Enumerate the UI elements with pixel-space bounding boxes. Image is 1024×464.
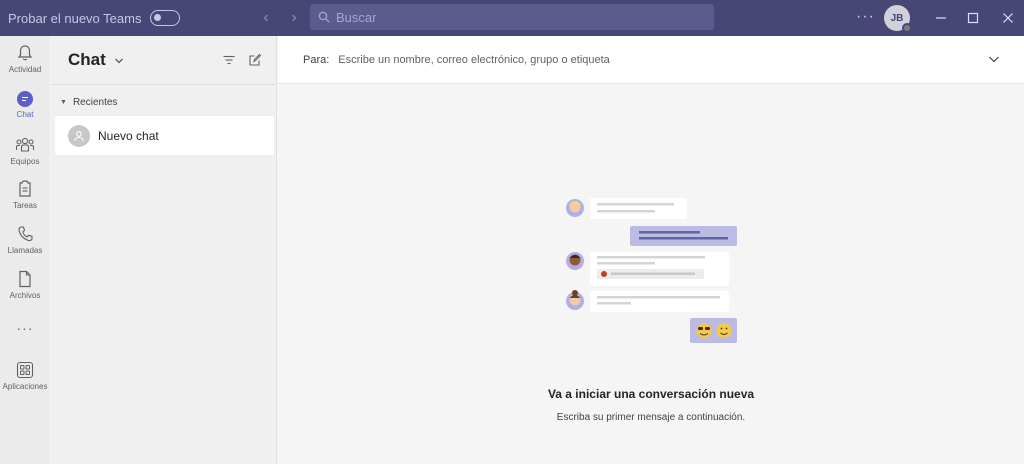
close-button[interactable] [998, 8, 1018, 28]
rail-label-equipos: Equipos [10, 157, 40, 166]
teams-icon [15, 137, 35, 152]
more-options-icon[interactable]: ··· [856, 8, 875, 26]
person-icon [68, 124, 90, 147]
title-bar: Probar el nuevo Teams ‹ › ··· JB [0, 0, 1024, 36]
rail-item-llamadas[interactable]: Llamadas [0, 225, 50, 255]
rail-label-actividad: Actividad [8, 65, 42, 74]
chat-icon [17, 91, 33, 107]
rail-item-more[interactable]: ··· [0, 320, 50, 336]
file-icon [19, 270, 31, 288]
maximize-icon [967, 12, 979, 24]
minimize-icon [936, 17, 946, 19]
apps-icon [16, 361, 34, 379]
rail-label-tareas: Tareas [12, 201, 37, 210]
chat-panel-title[interactable]: Chat [68, 50, 106, 70]
filter-icon[interactable] [222, 53, 236, 67]
recent-section-header[interactable]: ▼ Recientes [60, 97, 117, 108]
chat-item-name: Nuevo chat [98, 128, 159, 143]
rail-item-archivos[interactable]: Archivos [0, 270, 50, 300]
try-new-teams-label: Probar el nuevo Teams [8, 10, 142, 26]
maximize-button[interactable] [963, 8, 983, 28]
nav-arrows: ‹ › [258, 9, 302, 27]
try-new-teams[interactable]: Probar el nuevo Teams [8, 10, 181, 26]
rail-item-tareas[interactable]: Tareas [0, 180, 50, 210]
to-bar: Para: [278, 36, 1024, 84]
conversation-illustration [566, 198, 737, 343]
user-avatar[interactable]: JB [884, 5, 912, 33]
chat-panel-header: Chat [51, 36, 276, 85]
chevron-down-icon[interactable] [988, 54, 1000, 64]
bell-icon [17, 45, 33, 61]
more-icon: ··· [16, 320, 34, 336]
caret-down-icon: ▼ [60, 99, 67, 106]
new-chat-icon[interactable] [248, 53, 262, 67]
empty-state-subtitle: Escriba su primer mensaje a continuación… [556, 412, 746, 423]
recipient-input[interactable] [338, 53, 939, 66]
rail-item-equipos[interactable]: Equipos [0, 136, 50, 166]
chat-list-panel: Chat ▼ Recientes Nuevo chat [51, 36, 277, 464]
rail-item-chat[interactable]: Chat [0, 91, 50, 119]
rail-label-archivos: Archivos [9, 291, 41, 300]
close-icon [1003, 13, 1013, 23]
search-input[interactable] [336, 9, 696, 25]
rail-label-llamadas: Llamadas [7, 246, 43, 255]
search-bar[interactable] [310, 4, 714, 30]
chat-list-item[interactable]: Nuevo chat [55, 116, 274, 155]
chevron-down-icon[interactable] [114, 57, 124, 65]
try-new-teams-toggle[interactable] [150, 10, 181, 26]
back-arrow-icon[interactable]: ‹ [258, 9, 274, 27]
search-icon [318, 11, 330, 23]
app-rail: Actividad Chat Equipos Tareas Llamadas A… [0, 36, 50, 464]
user-initials: JB [890, 12, 904, 24]
rail-item-actividad[interactable]: Actividad [0, 44, 50, 74]
phone-icon [18, 226, 33, 242]
main-chat-area: Para: Escribe un nombre, correo electrón… [278, 36, 1024, 464]
to-label: Para: [303, 53, 330, 66]
empty-state-title: Va a iniciar una conversación nueva [547, 387, 755, 401]
forward-arrow-icon[interactable]: › [286, 9, 302, 27]
rail-label-aplicaciones: Aplicaciones [2, 382, 48, 391]
recent-section-label: Recientes [72, 97, 118, 108]
presence-status-icon [902, 23, 912, 33]
rail-label-chat: Chat [16, 110, 34, 119]
rail-item-aplicaciones[interactable]: Aplicaciones [0, 361, 50, 391]
minimize-button[interactable] [931, 8, 951, 28]
tasks-icon [19, 180, 31, 197]
